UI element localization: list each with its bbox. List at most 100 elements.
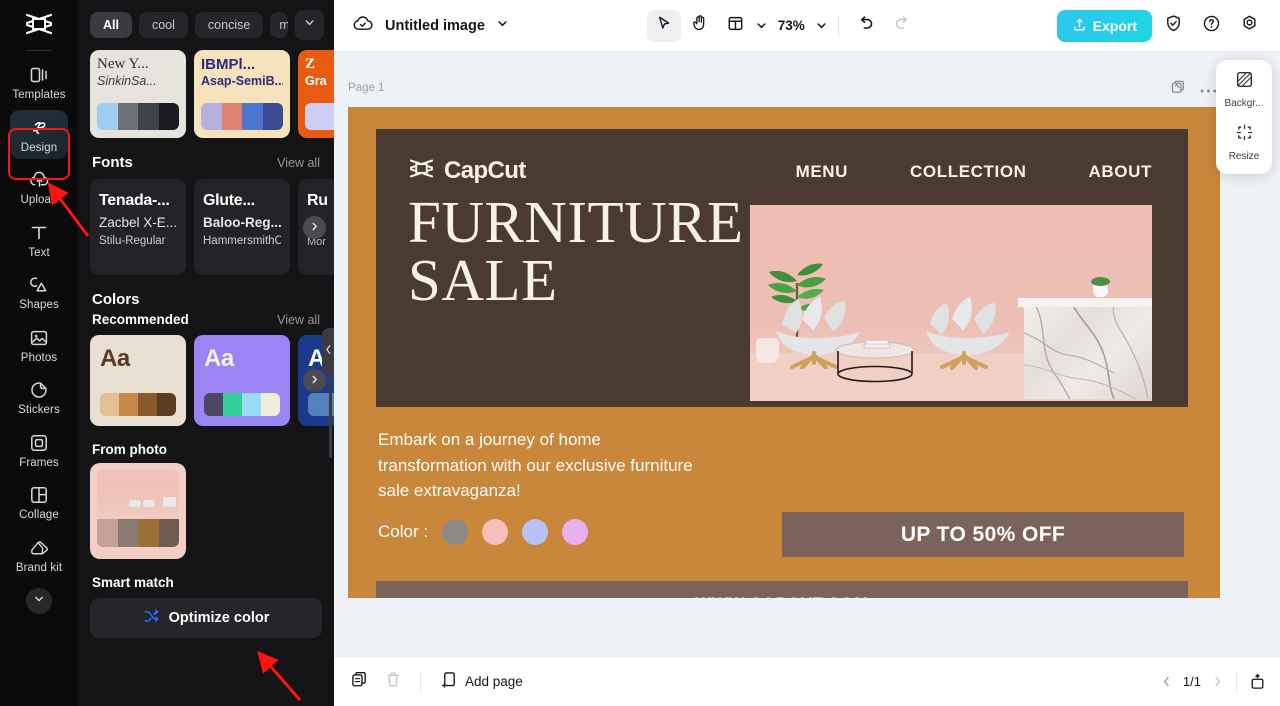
main-area: Untitled image 73% Export Page 1 Backgr.…: [334, 0, 1280, 706]
sidebar-more-button[interactable]: [26, 588, 52, 614]
design-footer[interactable]: WWW.CAPCUT.COM: [376, 581, 1188, 598]
palette-card-row[interactable]: Aa Aa A: [78, 335, 334, 426]
nav-link-menu[interactable]: MENU: [796, 162, 848, 182]
next-page-button[interactable]: [1211, 675, 1224, 688]
delete-button[interactable]: [378, 667, 408, 697]
layout-tool-button[interactable]: [719, 10, 753, 42]
filter-chip-modern[interactable]: modern: [270, 12, 289, 38]
resize-button[interactable]: Resize: [1218, 123, 1270, 162]
font-card-row[interactable]: Tenada-... Zacbel X-E... Stilu-Regular G…: [78, 179, 334, 275]
bottom-toolbar: Add page 1/1: [334, 656, 1280, 706]
hand-tool-button[interactable]: [683, 10, 717, 42]
filter-chip-all[interactable]: All: [90, 12, 132, 38]
sidebar-item-upload[interactable]: Upload: [10, 162, 68, 212]
design-artboard[interactable]: CapCut MENU COLLECTION ABOUT FURNITURE S…: [348, 107, 1220, 598]
font-name-tertiary: Stilu-Regular: [99, 235, 166, 247]
template-subtitle: Asap-SemiB...: [201, 74, 283, 88]
zoom-level[interactable]: 73%: [770, 18, 807, 33]
duplicate-button[interactable]: [344, 667, 374, 697]
offer-banner[interactable]: UP TO 50% OFF: [782, 512, 1184, 557]
sidebar-item-brand-kit[interactable]: Brand kit: [10, 530, 68, 580]
sidebar-item-collage[interactable]: Collage: [10, 477, 68, 527]
colors-view-all-link[interactable]: View all: [277, 313, 320, 327]
capcut-logo[interactable]: [0, 0, 78, 48]
nav-link-collection[interactable]: COLLECTION: [910, 162, 1027, 182]
chevron-left-icon: [1163, 676, 1169, 687]
hero-banner[interactable]: CapCut MENU COLLECTION ABOUT FURNITURE S…: [376, 129, 1188, 407]
sidebar-item-photos[interactable]: Photos: [10, 320, 68, 370]
sidebar-item-design[interactable]: Design: [10, 109, 68, 159]
color-dot[interactable]: [482, 519, 509, 545]
collapse-panel-button[interactable]: [1249, 673, 1266, 691]
design-nav: MENU COLLECTION ABOUT: [796, 162, 1152, 182]
palettes-next-button[interactable]: [303, 369, 326, 392]
document-title[interactable]: Untitled image: [385, 18, 485, 34]
design-icon: [28, 117, 50, 139]
template-swatches: [97, 103, 179, 130]
zoom-caret[interactable]: [815, 19, 828, 32]
from-photo-label: From photo: [92, 442, 167, 457]
panel-collapse-handle[interactable]: [322, 328, 334, 374]
optimize-color-button[interactable]: Optimize color: [90, 598, 322, 638]
select-tool-button[interactable]: [646, 9, 681, 42]
template-card[interactable]: New Y... SinkinSa...: [90, 50, 186, 138]
help-button[interactable]: [1194, 10, 1228, 42]
headline-block[interactable]: FURNITURE SALE: [408, 189, 744, 310]
sidebar-item-shapes[interactable]: Shapes: [10, 267, 68, 317]
undo-icon: [857, 14, 875, 37]
sidebar-item-text[interactable]: Text: [10, 215, 68, 265]
add-page-button[interactable]: Add page: [433, 671, 531, 692]
filter-expand-button[interactable]: [295, 10, 325, 40]
background-button[interactable]: Backgr...: [1218, 70, 1270, 109]
color-dot[interactable]: [442, 519, 469, 545]
canvas-area[interactable]: Page 1 Backgr... Resize CapCut MENU COLL…: [334, 52, 1280, 656]
collage-icon: [28, 484, 50, 506]
chevron-right-icon: [1215, 676, 1221, 687]
undo-button[interactable]: [849, 10, 883, 42]
nav-link-about[interactable]: ABOUT: [1089, 162, 1152, 182]
photo-thumbnail: [97, 470, 179, 519]
template-card[interactable]: Z Gra: [298, 50, 334, 138]
from-photo-card[interactable]: [90, 463, 186, 559]
shuffle-icon: [143, 608, 160, 629]
font-name-primary: Ru: [307, 192, 328, 209]
design-description[interactable]: Embark on a journey of home transformati…: [378, 427, 708, 504]
duplicate-page-icon[interactable]: [1171, 80, 1186, 100]
sidebar-item-frames[interactable]: Frames: [10, 425, 68, 475]
filter-chip-cool[interactable]: cool: [138, 12, 188, 38]
sidebar-item-label: Collage: [19, 509, 59, 521]
palette-card[interactable]: Aa: [194, 335, 290, 426]
cloud-saved-icon[interactable]: [352, 14, 375, 38]
settings-button[interactable]: [1232, 10, 1266, 42]
question-circle-icon: [1202, 14, 1221, 38]
sidebar-item-label: Brand kit: [15, 561, 63, 574]
template-card-row[interactable]: New Y... SinkinSa... IBMPl... Asap-SemiB…: [78, 48, 334, 138]
headline-line-1: FURNITURE: [408, 189, 744, 255]
filter-chip-concise[interactable]: concise: [194, 12, 264, 38]
fonts-next-button[interactable]: [303, 216, 326, 239]
export-button[interactable]: Export: [1056, 9, 1152, 42]
background-label: Backgr...: [1224, 98, 1264, 109]
font-card[interactable]: Tenada-... Zacbel X-E... Stilu-Regular: [90, 179, 186, 275]
palette-card[interactable]: Aa: [90, 335, 186, 426]
color-dot[interactable]: [522, 519, 549, 545]
prev-page-button[interactable]: [1160, 675, 1173, 688]
more-horizontal-icon[interactable]: [1200, 81, 1217, 99]
layout-caret[interactable]: [755, 19, 768, 32]
hero-photo[interactable]: [750, 205, 1152, 401]
chevron-left-icon: [325, 342, 332, 360]
font-card[interactable]: Glute... Baloo-Reg... HammersmithOn...: [194, 179, 290, 275]
sidebar-item-stickers[interactable]: Stickers: [10, 372, 68, 422]
toolbar-divider: [837, 15, 839, 36]
shield-button[interactable]: [1156, 10, 1190, 42]
section-subtitle: Recommended: [92, 312, 189, 327]
sidebar-item-templates[interactable]: Templates: [10, 57, 68, 107]
layout-icon: [727, 15, 744, 37]
chevron-down-icon: [757, 23, 766, 29]
document-title-caret[interactable]: [496, 17, 509, 35]
color-dot[interactable]: [562, 519, 589, 545]
templates-icon: [28, 64, 50, 86]
template-card[interactable]: IBMPl... Asap-SemiB...: [194, 50, 290, 138]
fonts-view-all-link[interactable]: View all: [277, 156, 320, 170]
redo-button[interactable]: [885, 10, 919, 42]
